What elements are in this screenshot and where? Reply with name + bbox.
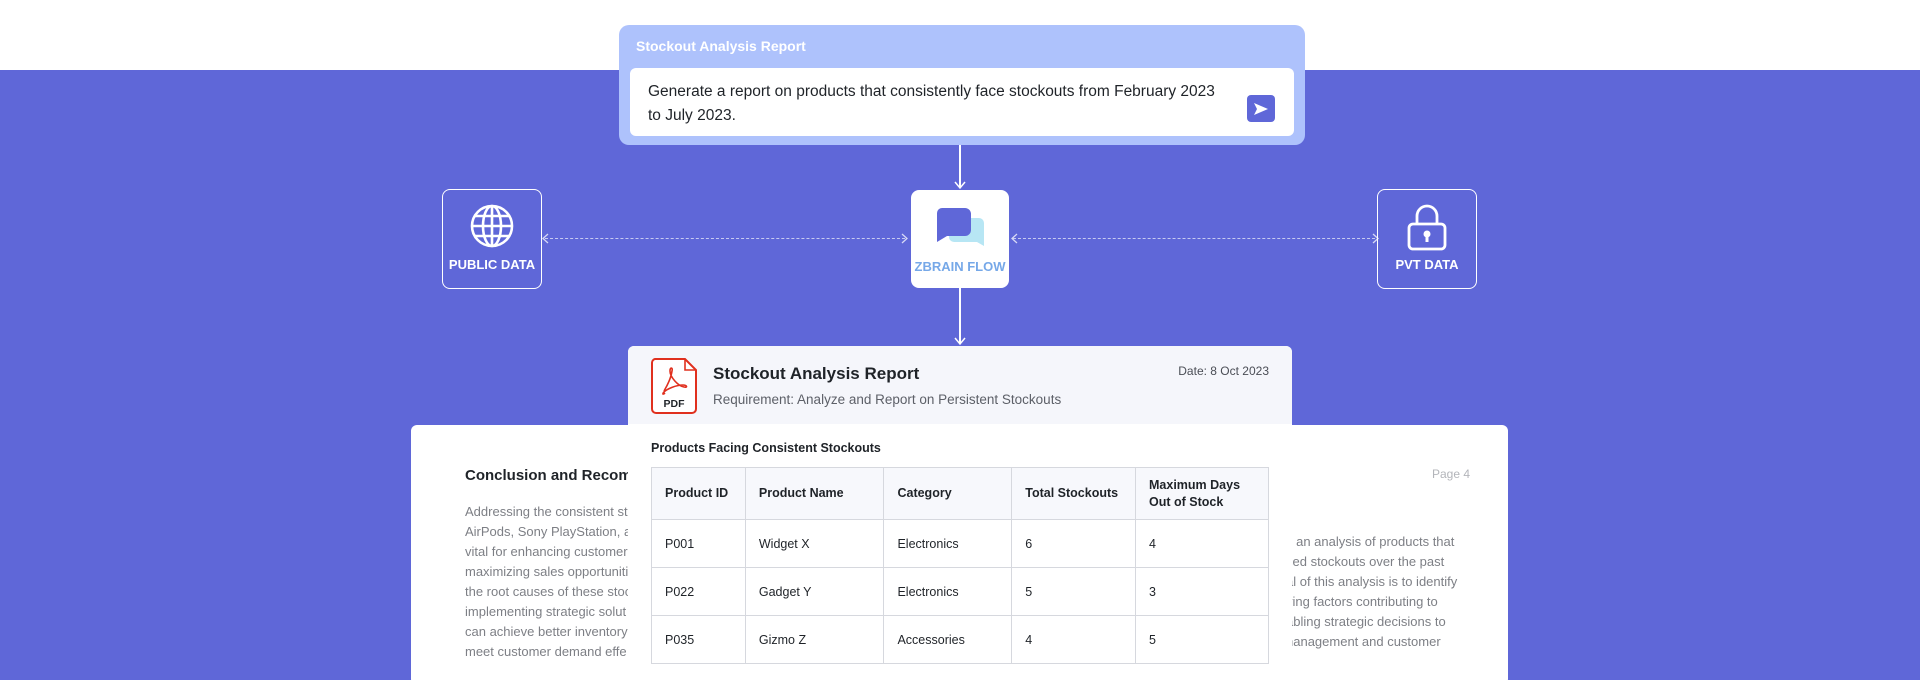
arrow-right-icon — [901, 233, 908, 244]
column-header: Total Stockouts — [1011, 467, 1137, 520]
connector-flow-to-report — [959, 288, 961, 344]
text-line: ying factors contributing to — [1286, 594, 1438, 609]
prompt-input[interactable]: Generate a report on products that consi… — [630, 68, 1294, 136]
report-header: PDF Stockout Analysis Report Requirement… — [628, 346, 1292, 424]
prompt-card: Stockout Analysis Report Generate a repo… — [619, 25, 1305, 145]
cell-max-days: 5 — [1135, 615, 1269, 664]
cell-category: Electronics — [883, 567, 1013, 616]
text-line: nanagement and customer — [1286, 634, 1441, 649]
introduction-text: s an analysis of products that ced stock… — [1286, 532, 1476, 652]
cell-product-id: P001 — [651, 519, 746, 568]
chat-bubbles-icon — [937, 208, 984, 246]
column-header: Product ID — [651, 467, 746, 520]
text-line: maximizing sales opportuniti — [465, 564, 629, 579]
page-number: Page 4 — [1432, 467, 1471, 481]
table-row: P035 Gizmo Z Accessories 4 5 — [651, 615, 1269, 664]
globe-icon — [470, 204, 514, 248]
table-header-row: Product ID Product Name Category Total S… — [651, 467, 1269, 520]
table-row: P022 Gadget Y Electronics 5 3 — [651, 567, 1269, 616]
report-requirement: Requirement: Analyze and Report on Persi… — [713, 392, 1062, 407]
column-header: Category — [883, 467, 1013, 520]
send-icon — [1254, 102, 1268, 115]
text-line: the root causes of these stoc — [465, 584, 632, 599]
column-header: Maximum Days Out of Stock — [1135, 467, 1269, 520]
pdf-label: PDF — [664, 398, 686, 410]
cell-category: Electronics — [883, 519, 1013, 568]
column-header: Product Name — [744, 467, 885, 520]
section-title: Conclusion and Recomme — [465, 467, 635, 484]
cell-category: Accessories — [883, 615, 1013, 664]
lock-icon — [1407, 204, 1447, 251]
arrow-down-icon — [954, 181, 966, 190]
connector-public-to-flow — [545, 238, 905, 239]
connector-flow-to-private — [1013, 238, 1375, 239]
text-line: abling strategic decisions to — [1286, 614, 1446, 629]
cell-total-stockouts: 6 — [1011, 519, 1137, 568]
table-row: P001 Widget X Electronics 6 4 — [651, 519, 1269, 568]
send-button[interactable] — [1247, 95, 1275, 122]
text-line: Addressing the consistent st — [465, 504, 628, 519]
conclusion-text: Addressing the consistent st AirPods, So… — [465, 502, 635, 662]
prompt-text: Generate a report on products that consi… — [648, 83, 1215, 124]
pdf-icon: PDF — [651, 358, 697, 414]
cell-total-stockouts: 4 — [1011, 615, 1137, 664]
text-line: meet customer demand effe — [465, 644, 627, 659]
arrow-down-icon — [954, 337, 966, 346]
text-line: implementing strategic solut — [465, 604, 627, 619]
text-line: al of this analysis is to identify — [1286, 574, 1458, 589]
arrow-left-icon — [542, 233, 549, 244]
public-data-label: PUBLIC DATA — [448, 257, 536, 272]
cell-product-id: P035 — [651, 615, 746, 664]
cell-max-days: 4 — [1135, 519, 1269, 568]
report-card: PDF Stockout Analysis Report Requirement… — [628, 346, 1292, 680]
arrow-left-icon — [1011, 233, 1018, 244]
text-line: vital for enhancing customer — [465, 544, 628, 559]
cell-product-name: Gizmo Z — [744, 615, 885, 664]
cell-product-id: P022 — [651, 567, 746, 616]
cell-max-days: 3 — [1135, 567, 1269, 616]
report-date: Date: 8 Oct 2023 — [1178, 364, 1269, 378]
text-line: s an analysis of products that — [1286, 534, 1455, 549]
private-data-label: PVT DATA — [1395, 257, 1459, 272]
text-line: ced stockouts over the past — [1286, 554, 1445, 569]
text-line: AirPods, Sony PlayStation, ar — [465, 524, 635, 539]
table-title: Products Facing Consistent Stockouts — [651, 441, 881, 455]
stockout-table: Product ID Product Name Category Total S… — [651, 467, 1269, 664]
zbrain-flow-label: ZBRAIN FLOW — [914, 259, 1006, 274]
report-title: Stockout Analysis Report — [713, 364, 920, 383]
text-line: can achieve better inventory — [465, 624, 628, 639]
cell-total-stockouts: 5 — [1011, 567, 1137, 616]
column-header-text: Maximum Days Out of Stock — [1149, 477, 1241, 509]
zbrain-flow-node: ZBRAIN FLOW — [911, 190, 1009, 288]
private-data-node: PVT DATA — [1377, 189, 1477, 289]
prompt-title: Stockout Analysis Report — [636, 38, 806, 54]
cell-product-name: Widget X — [744, 519, 885, 568]
public-data-node: PUBLIC DATA — [442, 189, 542, 289]
cell-product-name: Gadget Y — [744, 567, 885, 616]
